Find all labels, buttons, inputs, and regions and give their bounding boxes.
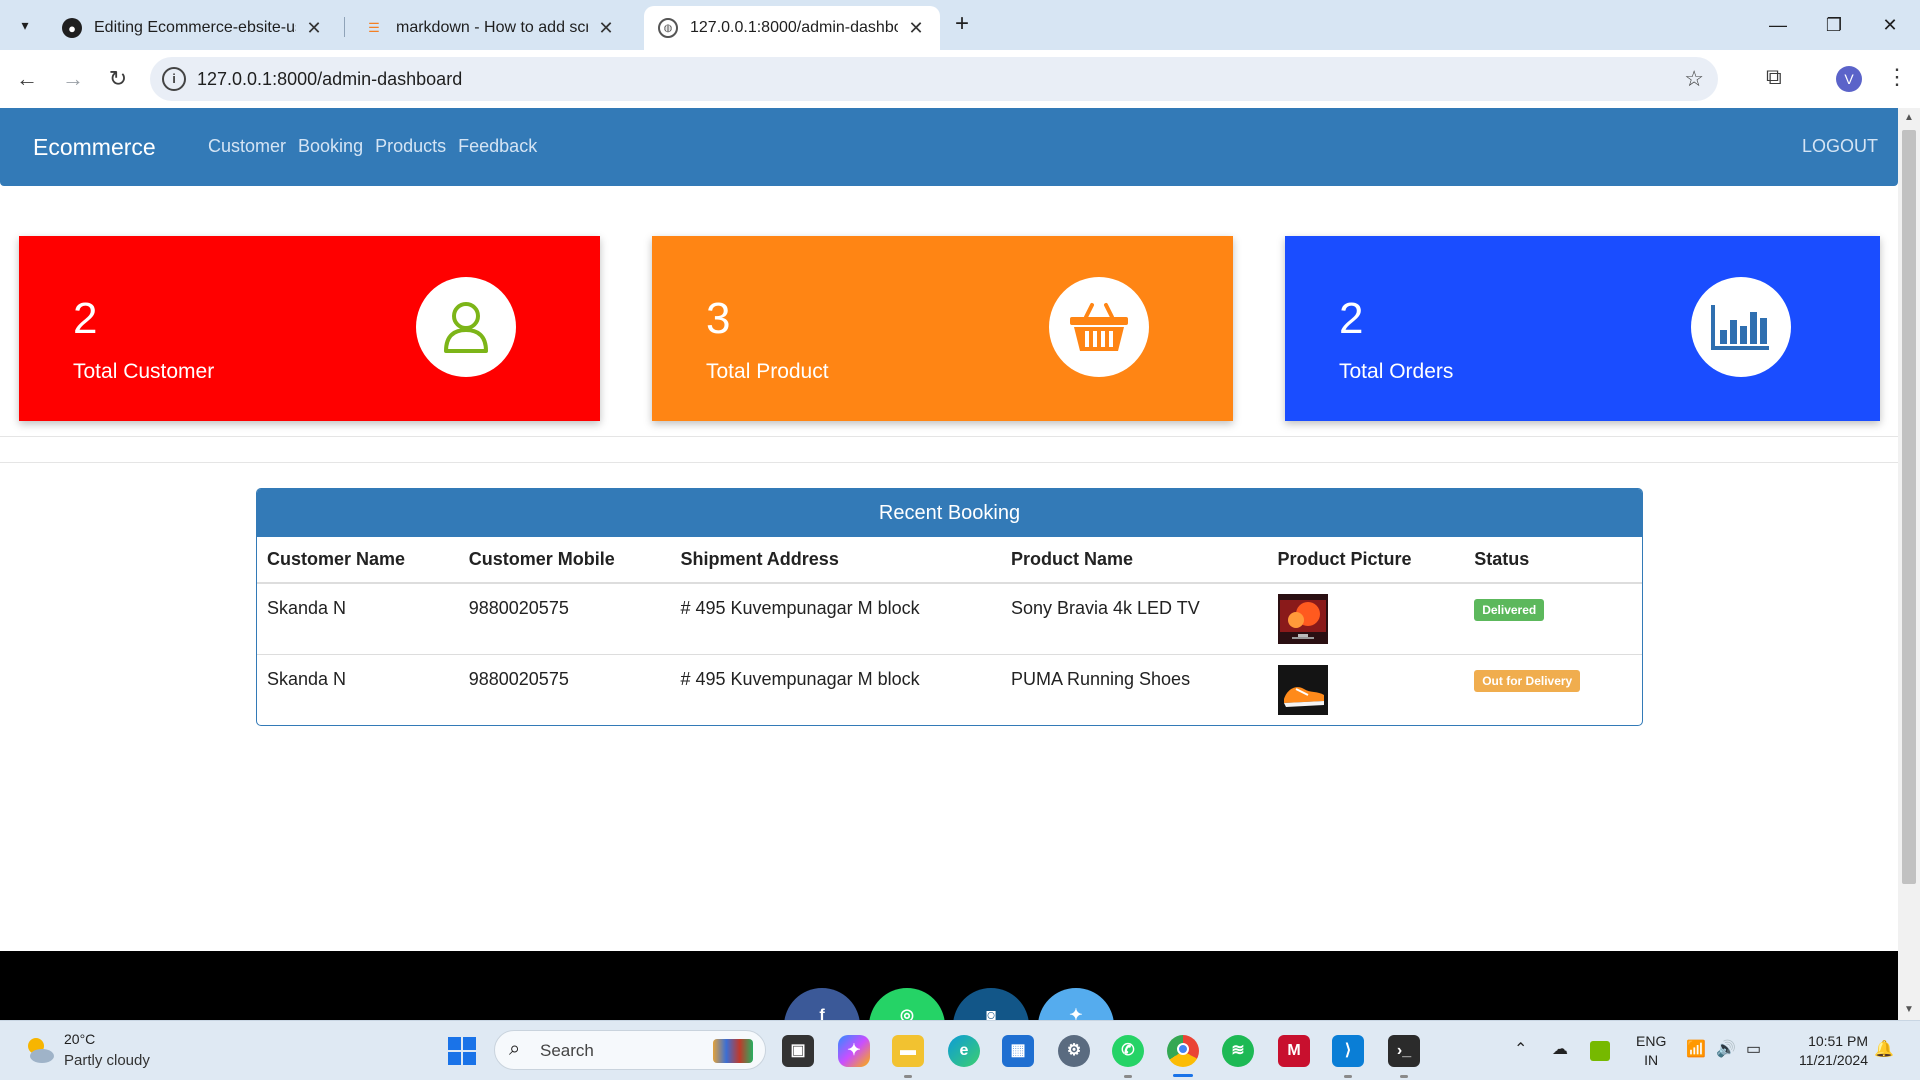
onedrive-cloud-icon[interactable]: ☁	[1552, 1039, 1568, 1059]
bookmark-star-icon[interactable]: ☆	[1684, 66, 1704, 92]
globe-icon: ◍	[658, 18, 678, 38]
reload-icon[interactable]: ↻	[103, 64, 133, 94]
twitter-icon[interactable]: ✦	[1038, 988, 1114, 1020]
scrollbar-thumb[interactable]	[1902, 130, 1916, 884]
instagram-icon[interactable]: ◙	[953, 988, 1029, 1020]
tray-overflow-chevron-icon[interactable]: ⌃	[1514, 1039, 1527, 1059]
footer-social-layer: f ◎ ◙ ✦	[0, 108, 1898, 1020]
vscode-icon[interactable]: ⟩	[1332, 1035, 1364, 1067]
nvidia-icon[interactable]	[1590, 1041, 1610, 1061]
back-icon[interactable]: ←	[12, 64, 42, 94]
chrome-icon[interactable]	[1167, 1035, 1199, 1067]
facebook-icon[interactable]: f	[784, 988, 860, 1020]
file-explorer-icon[interactable]: ▬	[892, 1035, 924, 1067]
tab-separator	[344, 17, 345, 37]
browser-tab-bar: ▾ ● Editing Ecommerce-ebsite-using-Djang…	[0, 0, 1920, 50]
close-window-icon[interactable]: ✕	[1870, 10, 1910, 40]
profile-avatar[interactable]: V	[1836, 66, 1862, 92]
forward-icon[interactable]: →	[58, 64, 88, 94]
close-tab-icon[interactable]: ✕	[304, 18, 324, 39]
task-view-icon[interactable]: ▣	[782, 1035, 814, 1067]
search-icon: ⌕	[509, 1038, 521, 1060]
taskbar: 20°C Partly cloudy ⌕ Search ▣ ✦ ▬ e ▦ ⚙ …	[0, 1020, 1920, 1080]
spotify-icon[interactable]: ≋	[1222, 1035, 1254, 1067]
copilot-icon[interactable]: ✦	[838, 1035, 870, 1067]
tab-title: Editing Ecommerce-ebsite-using-Django	[94, 19, 296, 36]
windows-start-icon[interactable]	[448, 1037, 476, 1065]
terminal-icon[interactable]: ›_	[1388, 1035, 1420, 1067]
clock-date: 11/21/2024	[1798, 1052, 1868, 1068]
region-code: IN	[1644, 1052, 1659, 1068]
github-icon: ●	[62, 18, 82, 38]
weather-temperature[interactable]: 20°C	[64, 1031, 95, 1047]
system-clock[interactable]: 10:51 PM 11/21/2024	[1786, 1032, 1868, 1070]
language-code: ENG	[1636, 1033, 1667, 1049]
battery-icon[interactable]: ▭	[1746, 1039, 1761, 1059]
weather-description[interactable]: Partly cloudy	[64, 1052, 150, 1069]
new-tab-button[interactable]: +	[948, 11, 976, 39]
browser-toolbar: ← → ↻ i 127.0.0.1:8000/admin-dashboard ☆	[0, 50, 1920, 108]
site-info-icon[interactable]: i	[162, 67, 186, 91]
wifi-icon[interactable]: 📶	[1686, 1039, 1706, 1059]
close-tab-icon[interactable]: ✕	[596, 18, 616, 39]
language-indicator[interactable]: ENG IN	[1636, 1032, 1666, 1070]
url-text[interactable]: 127.0.0.1:8000/admin-dashboard	[197, 69, 462, 90]
active-app-indicator	[1173, 1074, 1193, 1077]
stackoverflow-icon: ☰	[368, 20, 380, 35]
page-scrollbar[interactable]: ▲ ▼	[1898, 108, 1920, 1020]
notification-bell-icon[interactable]: 🔔	[1874, 1039, 1894, 1059]
browser-menu-icon[interactable]: ⋮	[1886, 64, 1908, 90]
tab-admin-dashboard[interactable]: ◍ 127.0.0.1:8000/admin-dashboard ✕	[644, 6, 940, 50]
tab-search-dropdown-icon[interactable]: ▾	[10, 10, 40, 40]
tab-github[interactable]: ● Editing Ecommerce-ebsite-using-Django …	[48, 6, 338, 50]
mcafee-icon[interactable]: M	[1278, 1035, 1310, 1067]
whatsapp-app-icon[interactable]: ✆	[1112, 1035, 1144, 1067]
clock-time: 10:51 PM	[1808, 1033, 1868, 1049]
tab-title: 127.0.0.1:8000/admin-dashboard	[690, 19, 898, 36]
extensions-icon[interactable]: ⧉	[1766, 64, 1782, 90]
volume-icon[interactable]: 🔊	[1716, 1039, 1736, 1059]
minimize-icon[interactable]: —	[1758, 10, 1798, 40]
tab-stackoverflow[interactable]: ☰ markdown - How to add screenshot ✕	[350, 6, 630, 50]
running-indicator	[904, 1075, 912, 1078]
running-indicator	[1124, 1075, 1132, 1078]
store-icon[interactable]: ▦	[1002, 1035, 1034, 1067]
scroll-down-icon[interactable]: ▼	[1898, 1004, 1920, 1015]
settings-gear-icon[interactable]: ⚙	[1058, 1035, 1090, 1067]
weather-partly-cloudy-icon[interactable]	[22, 1033, 56, 1067]
edge-icon[interactable]: e	[948, 1035, 980, 1067]
taskbar-search[interactable]: ⌕ Search	[494, 1030, 766, 1070]
running-indicator	[1400, 1075, 1408, 1078]
scroll-up-icon[interactable]: ▲	[1898, 112, 1920, 123]
close-tab-icon[interactable]: ✕	[906, 18, 926, 39]
tab-title: markdown - How to add screenshot	[396, 19, 588, 36]
restore-icon[interactable]: ❐	[1814, 10, 1854, 40]
running-indicator	[1344, 1075, 1352, 1078]
search-highlight-icon	[713, 1039, 753, 1063]
whatsapp-icon[interactable]: ◎	[869, 988, 945, 1020]
search-placeholder: Search	[540, 1041, 594, 1060]
address-bar[interactable]: i 127.0.0.1:8000/admin-dashboard ☆	[150, 57, 1718, 101]
